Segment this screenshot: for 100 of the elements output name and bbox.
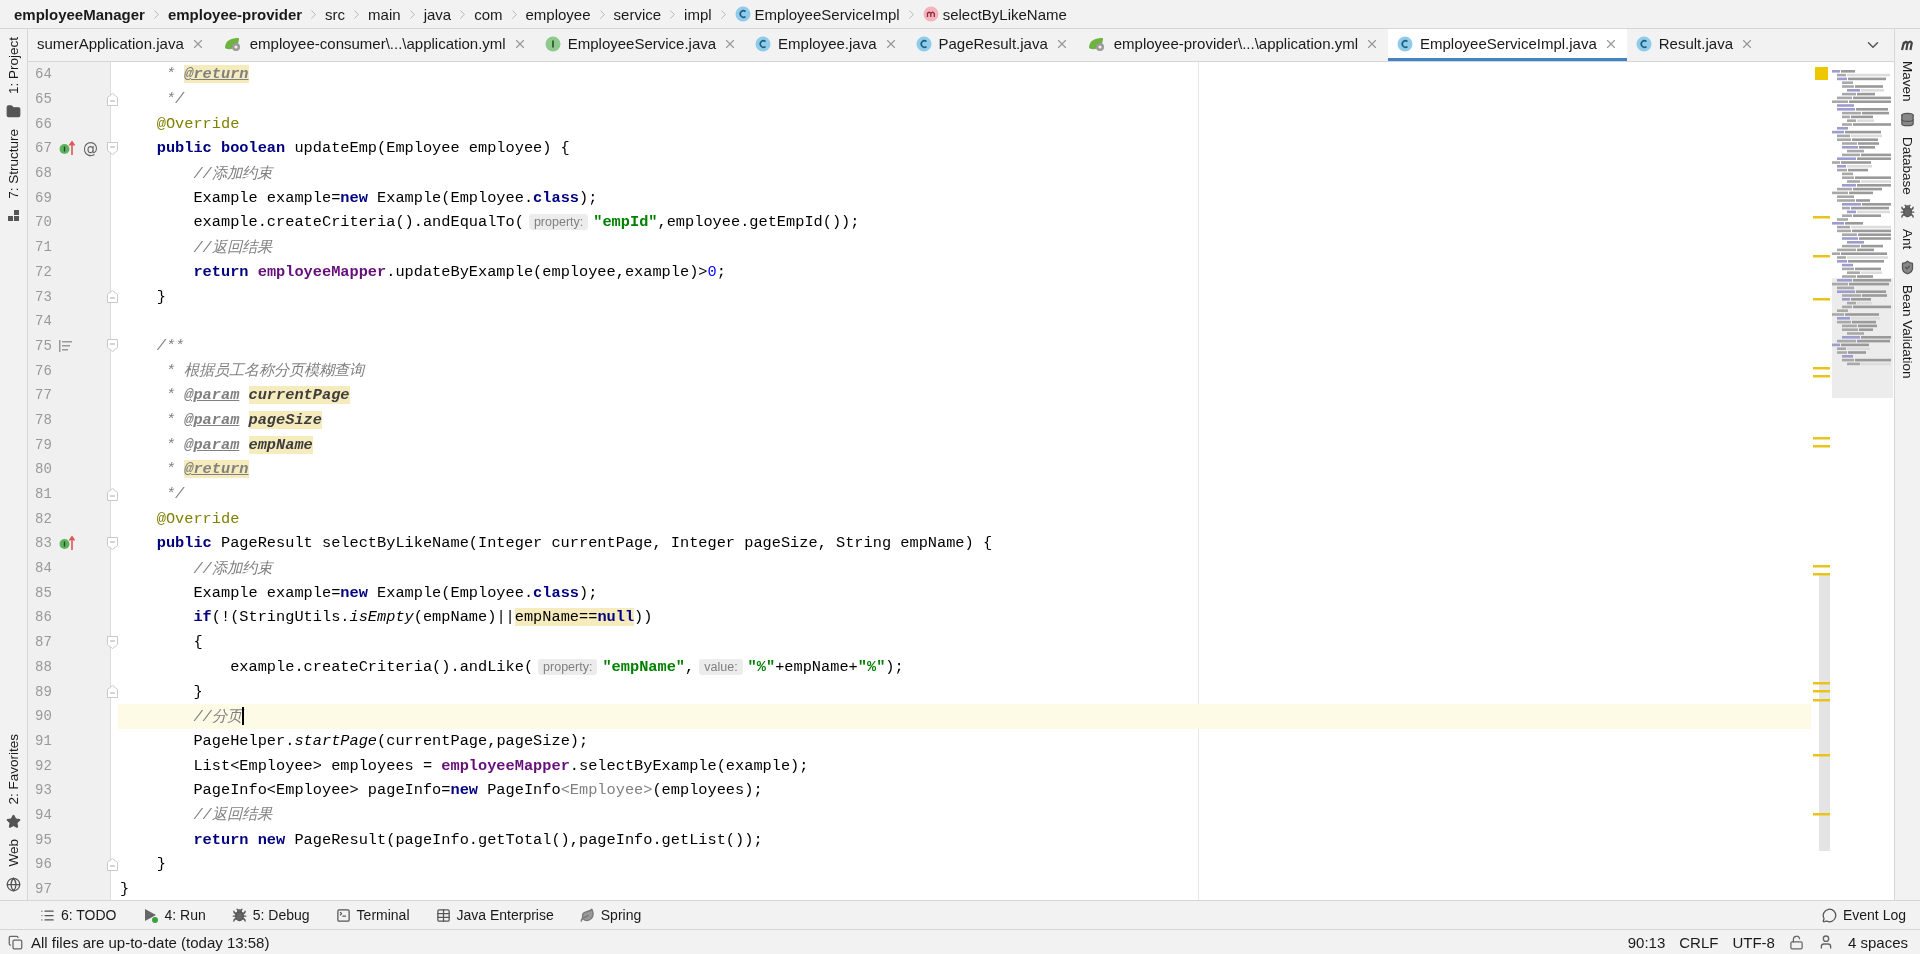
status-widget[interactable]: 4 spaces xyxy=(1847,933,1908,951)
fold-marker-icon[interactable] xyxy=(107,339,118,353)
leaf-icon xyxy=(579,907,595,923)
unlock-icon[interactable] xyxy=(1788,934,1804,950)
code-line: public boolean updateEmp(Employee employee) { xyxy=(155,139,570,158)
code-line: return employeeMapper.updateByExample(employee,example)>0; xyxy=(192,262,726,281)
editor-tab[interactable]: Employee.java xyxy=(746,29,907,61)
breadcrumb-item[interactable]: service xyxy=(613,5,662,23)
tool-window-tab[interactable]: Database xyxy=(1900,136,1915,195)
code-line: @Override xyxy=(155,114,240,133)
line-number: 65 xyxy=(35,91,53,108)
breadcrumb-item[interactable]: main xyxy=(368,5,401,23)
fold-marker-icon[interactable] xyxy=(107,141,118,155)
tool-window-tab[interactable]: 1: Project xyxy=(6,37,21,95)
tool-window-tab[interactable]: Ant xyxy=(1900,229,1915,250)
breadcrumb-item[interactable]: employeeManager xyxy=(14,5,145,23)
globe-icon[interactable] xyxy=(6,877,21,892)
database-icon[interactable] xyxy=(1900,111,1915,127)
tab-label: employee-provider\...\application.yml xyxy=(1113,35,1358,52)
folder-icon[interactable] xyxy=(6,104,21,120)
shield-check-icon[interactable] xyxy=(1900,259,1915,275)
breadcrumb-item[interactable]: EmployeeServiceImpl xyxy=(754,5,900,23)
code-line: * @param empName xyxy=(164,435,313,454)
line-number: 93 xyxy=(35,782,53,799)
line-number: 84 xyxy=(35,560,53,577)
line-number: 91 xyxy=(35,732,53,749)
annotation-marker[interactable]: @ xyxy=(83,139,98,158)
bug-icon[interactable] xyxy=(1900,204,1915,220)
class-icon xyxy=(915,35,932,52)
line-number: 72 xyxy=(35,263,53,280)
line-number: 95 xyxy=(35,831,53,848)
structure-icon[interactable] xyxy=(7,208,20,222)
tool-window-tab[interactable]: Web xyxy=(6,839,21,867)
code-line: /** xyxy=(155,336,185,355)
breadcrumb-item[interactable]: impl xyxy=(684,5,712,23)
line-number: 73 xyxy=(35,288,53,305)
line-number: 90 xyxy=(35,708,53,725)
tool-window-button[interactable]: Spring xyxy=(579,907,642,923)
tool-windows-toggle-icon[interactable] xyxy=(8,934,23,950)
tool-window-button[interactable]: 6: TODO xyxy=(40,907,117,923)
breadcrumb-item[interactable]: employee xyxy=(525,5,591,23)
code-line: example.createCriteria().andEqualTo( property: "empId",employee.getEmpId()); xyxy=(192,213,860,232)
editor-tab[interactable]: employee-provider\...\application.yml xyxy=(1077,29,1388,61)
fold-marker-icon[interactable] xyxy=(107,536,118,550)
code-line: public PageResult selectByLikeName(Integer currentPage, Integer pageSize, String empName) { xyxy=(155,534,993,553)
tool-window-tab[interactable]: Bean Validation xyxy=(1900,284,1915,379)
breadcrumb-item[interactable]: src xyxy=(325,5,346,23)
speech-bubble-icon xyxy=(1821,907,1837,923)
fold-marker-icon[interactable] xyxy=(107,487,118,501)
editor-tab[interactable]: EmployeeService.java xyxy=(535,29,747,61)
editor-tab[interactable]: PageResult.java xyxy=(906,29,1078,61)
line-number: 75 xyxy=(35,337,53,354)
editor-tab[interactable]: employee-consumer\...\application.yml xyxy=(213,29,536,61)
fold-marker-icon[interactable] xyxy=(107,290,118,304)
fold-marker-icon[interactable] xyxy=(107,635,118,649)
tool-window-button[interactable]: Terminal xyxy=(335,907,410,923)
fold-marker-icon[interactable] xyxy=(107,857,118,871)
status-widget[interactable]: 90:13 xyxy=(1627,933,1666,951)
status-widget[interactable]: CRLF xyxy=(1679,933,1719,951)
fold-marker-icon[interactable] xyxy=(107,685,118,699)
breadcrumb-item[interactable]: employee-provider xyxy=(167,5,303,23)
tab-label: EmployeeServiceImpl.java xyxy=(1420,35,1597,52)
implements-marker-icon[interactable] xyxy=(59,140,77,157)
tool-window-button[interactable]: Event Log xyxy=(1821,907,1906,923)
code-line: //添加约束 xyxy=(192,163,272,184)
tab-label: employee-consumer\...\application.yml xyxy=(249,35,506,52)
bug-icon xyxy=(231,907,247,923)
line-number: 70 xyxy=(35,214,53,231)
terminal-icon xyxy=(335,907,351,923)
rendered-doc-icon[interactable] xyxy=(59,339,73,352)
status-message: All files are up-to-date (today 13:58) xyxy=(31,933,270,951)
implements-marker-icon[interactable] xyxy=(59,535,77,552)
breadcrumb-item[interactable]: java xyxy=(423,5,452,23)
tool-window-tab[interactable]: 2: Favorites xyxy=(6,733,21,805)
breadcrumb-item[interactable]: selectByLikeName xyxy=(942,5,1067,23)
editor-tab[interactable]: Result.java xyxy=(1626,29,1763,61)
code-line: } xyxy=(120,880,130,899)
line-number: 76 xyxy=(35,362,53,379)
tool-window-button[interactable]: Java Enterprise xyxy=(435,907,554,923)
tool-window-tab[interactable]: Maven xyxy=(1900,61,1915,102)
code-line: PageHelper.startPage(currentPage,pageSize); xyxy=(192,731,589,750)
code-line: //返回结果 xyxy=(192,237,272,258)
editor-tab[interactable]: EmployeeServiceImpl.java xyxy=(1388,29,1627,61)
code-line: { xyxy=(192,633,203,652)
tool-window-tab[interactable]: 7: Structure xyxy=(6,129,21,199)
line-number: 89 xyxy=(35,683,53,700)
star-icon[interactable] xyxy=(6,814,21,830)
interface-icon xyxy=(544,35,561,52)
tool-window-button[interactable]: 5: Debug xyxy=(231,907,310,923)
breadcrumb-item[interactable]: com xyxy=(474,5,503,23)
code-line: } xyxy=(155,287,166,306)
line-number: 67 xyxy=(35,140,53,157)
code-line: //分页 xyxy=(120,705,244,727)
code-line: if(!(StringUtils.isEmpty(empName)||empName==null)) xyxy=(192,608,653,627)
fold-marker-icon[interactable] xyxy=(107,92,118,106)
editor-tab[interactable]: sumerApplication.java xyxy=(28,29,214,61)
status-widget[interactable]: UTF-8 xyxy=(1732,933,1775,951)
line-number: 71 xyxy=(35,239,53,256)
tool-window-button[interactable]: 4: Run xyxy=(142,907,206,923)
method-icon xyxy=(922,6,939,22)
